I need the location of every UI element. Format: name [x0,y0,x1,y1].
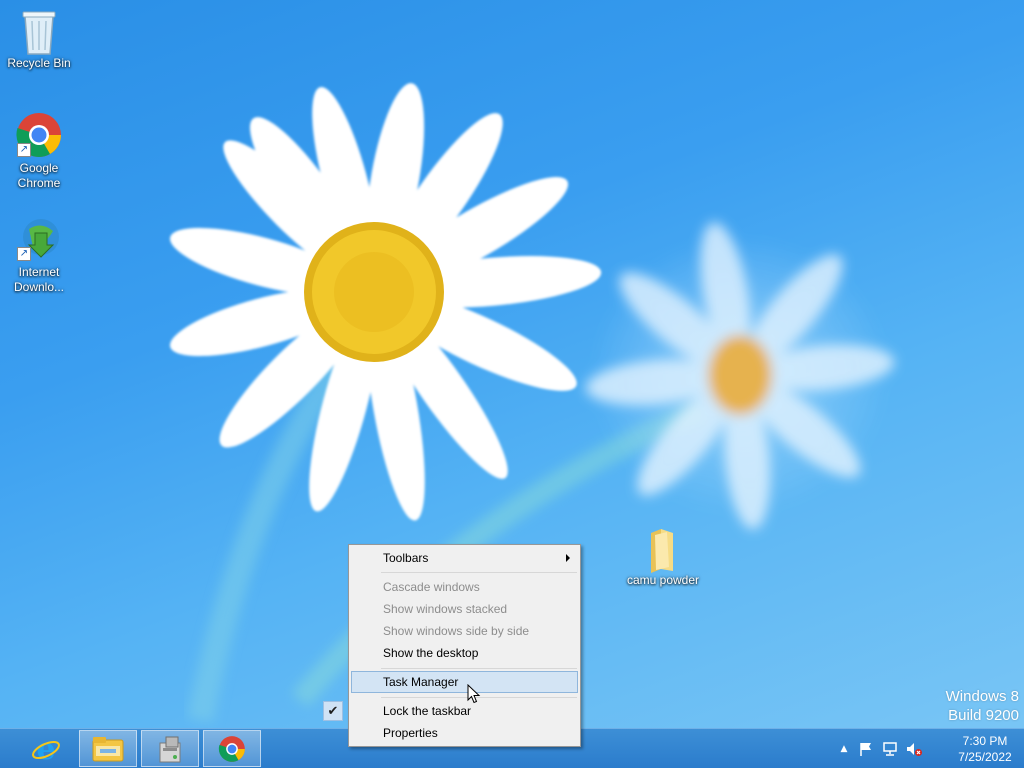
menu-item-label: Cascade windows [383,580,480,594]
menu-item-label: Show windows stacked [383,602,508,616]
menu-item-show-windows-stacked[interactable]: Show windows stacked [351,598,578,620]
shortcut-arrow-icon: ↗ [17,247,31,261]
shortcut-arrow-icon: ↗ [17,143,31,157]
desktop-icon-label: Google Chrome [17,161,61,190]
desktop-icon-label: Internet Downlo... [13,265,65,294]
internet-download-manager-icon: ↗ [15,215,63,263]
svg-text:e: e [36,734,55,764]
menu-item-label: Toolbars [383,551,429,565]
clock-time: 7:30 PM [962,734,1008,748]
volume-muted-icon[interactable] [906,741,922,757]
network-icon[interactable] [882,741,898,757]
internet-explorer-icon: e [32,734,60,764]
desktop-icon-camu-powder-folder[interactable]: camu powder [624,527,702,588]
notification-area: ▲ 7:30 PM 7/25/2022 [834,729,1024,768]
menu-item-task-manager[interactable]: Task Manager [351,671,578,693]
menu-item-properties[interactable]: Properties [351,722,578,744]
action-center-flag-icon[interactable] [858,741,874,757]
menu-item-label: Show windows side by side [383,624,530,638]
menu-separator [381,572,577,573]
menu-item-label: Task Manager [383,675,459,689]
chrome-icon: ↗ [15,111,63,159]
recycle-bin-icon [15,6,63,55]
menu-item-label: Show the desktop [383,646,479,660]
file-explorer-icon [92,736,124,761]
menu-item-label: Properties [383,726,438,740]
menu-item-lock-the-taskbar[interactable]: ✔ Lock the taskbar [323,700,578,722]
desktop-icon-recycle-bin[interactable]: Recycle Bin [1,6,77,71]
chrome-icon [218,735,245,762]
menu-item-toolbars[interactable]: Toolbars [351,547,578,569]
watermark-line-2: Build 9200 [948,707,1019,724]
menu-item-show-windows-side-by-side[interactable]: Show windows side by side [351,620,578,642]
menu-item-cascade-windows[interactable]: Cascade windows [351,576,578,598]
desktop-icon-label: camu powder [626,573,700,587]
submenu-arrow-icon [566,554,570,562]
windows-build-watermark: Windows 8 Build 9200 [946,687,1019,725]
taskbar-button-internet-explorer[interactable]: e [17,730,75,767]
folder-icon [639,527,687,573]
desktop-icon-google-chrome[interactable]: ↗ Google Chrome [1,111,77,191]
show-hidden-icons-icon[interactable]: ▲ [836,741,852,757]
taskbar-clock[interactable]: 7:30 PM 7/25/2022 [952,733,1018,765]
taskbar-context-menu: Toolbars Cascade windows Show windows st… [323,544,581,747]
watermark-line-1: Windows 8 [945,688,1019,705]
clock-date: 7/25/2022 [958,750,1012,764]
checkmark-icon: ✔ [323,701,343,721]
desktop-icon-internet-download-manager[interactable]: ↗ Internet Downlo... [1,215,77,295]
mouse-cursor-icon [467,684,481,704]
menu-item-label: Lock the taskbar [383,704,472,718]
desktop-icon-label: Recycle Bin [7,56,71,70]
taskbar-button-file-explorer[interactable] [79,730,137,767]
menu-item-show-the-desktop[interactable]: Show the desktop [351,642,578,664]
setup-installer-icon [159,736,181,762]
taskbar-button-setup-installer[interactable] [141,730,199,767]
menu-separator [381,668,577,669]
taskbar-button-chrome[interactable] [203,730,261,767]
